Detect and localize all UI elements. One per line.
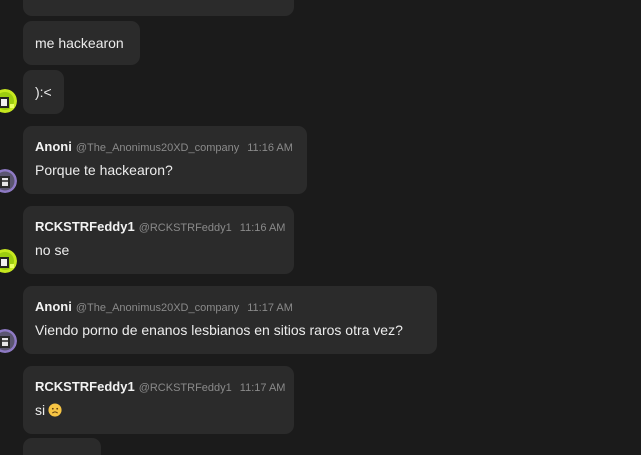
message-text: si: [35, 402, 46, 418]
message-timestamp: 11:16 AM: [247, 142, 293, 154]
message-header: RCKSTRFeddy1 @RCKSTRFeddy1 11:17 AM: [35, 379, 285, 394]
message-bubble: ):<: [23, 70, 64, 114]
message-handle: @The_Anonimus20XD_company: [75, 142, 240, 154]
chat-message-list[interactable]: me hackearon ):< Anoni @The_Anonimus20XD…: [0, 0, 641, 455]
message-header: Anoni @The_Anonimus20XD_company 11:16 AM: [35, 139, 295, 154]
user-avatar-rckstrfeddy1[interactable]: [0, 249, 17, 273]
user-avatar-anoni[interactable]: [0, 169, 17, 193]
message-bubble: RCKSTRFeddy1 @RCKSTRFeddy1 11:16 AM no s…: [23, 206, 294, 274]
message-timestamp: 11:16 AM: [239, 222, 286, 234]
message-bubble: me hackearon: [23, 21, 140, 65]
message-text: ):<: [35, 84, 52, 100]
user-avatar-rckstrfeddy1[interactable]: [0, 89, 17, 113]
message-text: Porque te hackearon?: [35, 162, 173, 178]
message-handle: @RCKSTRFeddy1: [138, 382, 232, 394]
message-content: si: [35, 402, 282, 418]
green-yellow-avatar-icon: [0, 249, 17, 273]
message-author[interactable]: Anoni: [35, 299, 72, 314]
message-handle: @RCKSTRFeddy1: [138, 222, 232, 234]
green-yellow-avatar-icon: [0, 89, 17, 113]
message-bubble-clipped: [23, 438, 101, 455]
message-text: no se: [35, 242, 70, 258]
message-author[interactable]: RCKSTRFeddy1: [35, 379, 135, 394]
message-bubble: Anoni @The_Anonimus20XD_company 11:16 AM…: [23, 126, 307, 194]
user-avatar-anoni[interactable]: [0, 329, 17, 353]
message-header: RCKSTRFeddy1 @RCKSTRFeddy1 11:16 AM: [35, 219, 285, 234]
message-text: me hackearon: [35, 35, 124, 51]
message-bubble-clipped: [23, 0, 294, 16]
message-bubble: RCKSTRFeddy1 @RCKSTRFeddy1 11:17 AM si: [23, 366, 294, 434]
message-text: Viendo porno de enanos lesbianos en siti…: [35, 322, 403, 338]
purple-gray-avatar-icon: [0, 169, 17, 193]
message-author[interactable]: RCKSTRFeddy1: [35, 219, 135, 234]
message-header: Anoni @The_Anonimus20XD_company 11:17 AM: [35, 299, 425, 314]
message-author[interactable]: Anoni: [35, 139, 72, 154]
purple-gray-avatar-icon: [0, 329, 17, 353]
message-timestamp: 11:17 AM: [239, 382, 286, 394]
message-handle: @The_Anonimus20XD_company: [75, 302, 240, 314]
message-bubble: Anoni @The_Anonimus20XD_company 11:17 AM…: [23, 286, 437, 354]
frowning-face-emoji-icon: [48, 403, 62, 417]
message-timestamp: 11:17 AM: [247, 302, 293, 314]
